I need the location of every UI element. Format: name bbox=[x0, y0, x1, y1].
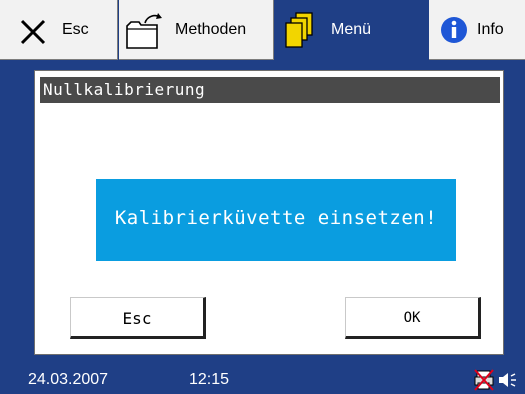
top-tab-bar: Esc Methoden Menü Info bbox=[0, 0, 525, 60]
esc-button[interactable]: Esc bbox=[70, 297, 206, 339]
status-time: 12:15 bbox=[189, 371, 230, 388]
tab-menue[interactable]: Menü bbox=[275, 0, 429, 60]
dialog-title: Nullkalibrierung bbox=[43, 80, 206, 99]
ok-button[interactable]: OK bbox=[345, 297, 481, 339]
calibration-dialog: Nullkalibrierung Kalibrierküvette einset… bbox=[34, 70, 504, 355]
esc-button-label: Esc bbox=[122, 309, 152, 328]
stacked-pages-icon bbox=[285, 12, 313, 48]
dialog-title-bar: Nullkalibrierung bbox=[40, 77, 500, 103]
status-bar: 24.03.2007 12:15 bbox=[0, 366, 525, 394]
tab-menue-label: Menü bbox=[331, 21, 372, 38]
close-x-icon bbox=[20, 19, 46, 45]
device-screen: Esc Methoden Menü Info Nullkalibrierung … bbox=[0, 0, 525, 394]
tab-methoden-label: Methoden bbox=[175, 21, 247, 38]
ok-button-label: OK bbox=[403, 310, 421, 326]
message-box: Kalibrierküvette einsetzen! bbox=[96, 179, 456, 261]
tab-info-label: Info bbox=[477, 21, 504, 38]
printer-crossed-icon bbox=[474, 369, 494, 391]
folder-arrow-icon bbox=[126, 13, 162, 49]
tab-methoden[interactable]: Methoden bbox=[119, 0, 274, 60]
tab-esc-label: Esc bbox=[62, 21, 89, 38]
info-circle-icon bbox=[441, 17, 467, 43]
tab-info[interactable]: Info bbox=[429, 0, 525, 60]
message-text: Kalibrierküvette einsetzen! bbox=[114, 207, 438, 229]
status-date: 24.03.2007 bbox=[28, 371, 109, 388]
tab-esc[interactable]: Esc bbox=[0, 0, 118, 60]
speaker-icon bbox=[499, 373, 516, 387]
